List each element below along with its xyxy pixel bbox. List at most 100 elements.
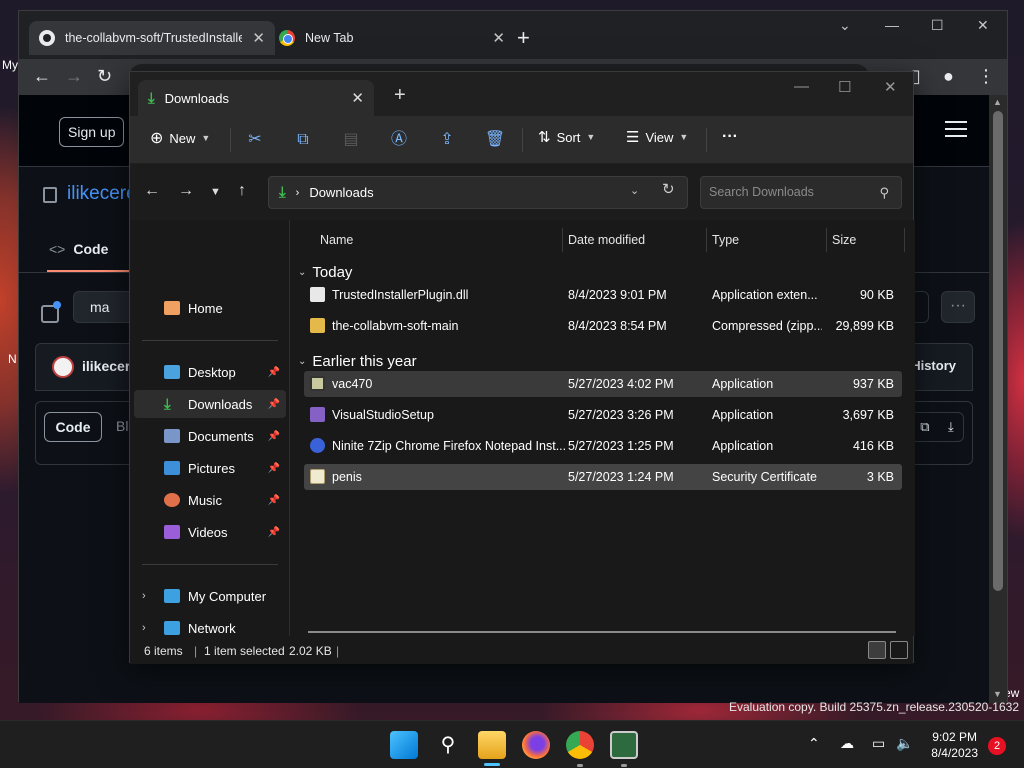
back-button[interactable]: ← (33, 66, 51, 87)
branch-selector[interactable]: ma (73, 291, 135, 323)
cloud-offline-icon[interactable]: ☁ (840, 735, 854, 752)
close-tab-icon[interactable]: ✕ (252, 29, 265, 47)
group-header-today[interactable]: ⌄ Today (298, 264, 352, 281)
start-button[interactable] (390, 731, 418, 759)
column-header-date-modified[interactable]: Date modified (568, 226, 645, 254)
pin-icon: 📌 (267, 430, 280, 442)
sidebar-item-home[interactable]: Home (134, 294, 286, 322)
chevron-right-icon[interactable]: › (142, 590, 146, 602)
history-link[interactable]: History (911, 358, 956, 373)
download-icon[interactable]: ⤓ (948, 419, 954, 435)
scroll-down-icon[interactable]: ▼ (993, 689, 1002, 699)
new-button[interactable]: ⊕ New ▼ (150, 128, 210, 148)
column-divider[interactable] (562, 228, 563, 252)
close-window-button[interactable]: ✕ (977, 17, 989, 34)
maximize-button[interactable]: ☐ (931, 17, 944, 34)
file-type: Application (712, 408, 774, 422)
sign-up-button[interactable]: Sign up (59, 117, 125, 147)
network-icon[interactable]: ▭ (872, 735, 885, 752)
more-options-button[interactable]: ··· (722, 128, 738, 146)
show-hidden-icons-chevron-icon[interactable]: ⌃ (808, 735, 820, 752)
sort-button[interactable]: ⇅ Sort ▼ (538, 128, 595, 146)
file-row[interactable]: Ninite 7Zip Chrome Firefox Notepad Inst.… (304, 433, 902, 459)
paste-icon[interactable]: ▤ (340, 129, 362, 151)
column-header-name[interactable]: Name (320, 226, 353, 254)
code-view-button[interactable]: Code (44, 412, 102, 442)
horizontal-scrollbar[interactable] (308, 631, 896, 633)
more-options-button[interactable]: ··· (941, 291, 975, 323)
tiles-view-button[interactable] (890, 641, 908, 659)
chrome-icon[interactable] (566, 731, 594, 759)
blame-view-button[interactable]: Bl (116, 418, 128, 434)
forward-button[interactable]: → (65, 66, 83, 87)
column-divider[interactable] (826, 228, 827, 252)
new-tab-button[interactable]: + (394, 84, 406, 107)
scrollbar-thumb[interactable] (993, 111, 1003, 591)
refresh-button[interactable]: ↻ (662, 180, 675, 198)
column-header-type[interactable]: Type (712, 226, 739, 254)
volume-icon[interactable]: 🔈 (896, 735, 913, 752)
firefox-icon[interactable] (522, 731, 550, 759)
file-row[interactable]: TrustedInstallerPlugin.dll 8/4/2023 9:01… (304, 282, 902, 308)
forward-button[interactable]: → (178, 182, 194, 200)
view-button[interactable]: ☰ View ▼ (626, 128, 688, 146)
delete-icon[interactable]: 🗑 (484, 129, 506, 151)
copy-icon[interactable]: ⧉ (920, 419, 929, 435)
explorer-tab-downloads[interactable]: ⤓ Downloads ✕ (138, 80, 374, 116)
column-divider[interactable] (706, 228, 707, 252)
sidebar-item-downloads[interactable]: ⤓ Downloads 📌 (134, 390, 286, 418)
minimize-button[interactable]: — (885, 17, 899, 33)
search-input[interactable]: Search Downloads ⚲ (700, 176, 902, 209)
file-row[interactable]: the-collabvm-soft-main 8/4/2023 8:54 PM … (304, 313, 902, 339)
column-divider[interactable] (904, 228, 905, 252)
sidebar-item-desktop[interactable]: Desktop 📌 (134, 358, 286, 386)
hamburger-menu-icon[interactable] (945, 121, 967, 137)
sidebar-item-videos[interactable]: Videos 📌 (134, 518, 286, 546)
file-row[interactable]: penis 5/27/2023 1:24 PM Security Certifi… (304, 464, 902, 490)
sidebar-item-my-computer[interactable]: › My Computer (134, 582, 286, 610)
file-explorer-icon[interactable] (478, 731, 506, 759)
sidebar-item-pictures[interactable]: Pictures 📌 (134, 454, 286, 482)
tab-code-label: Code (73, 241, 109, 257)
profile-icon[interactable]: ● (943, 66, 954, 87)
details-view-button[interactable] (868, 641, 886, 659)
tab-code[interactable]: <> Code (49, 241, 108, 257)
new-tab-button[interactable]: + (517, 25, 530, 51)
maximize-button[interactable]: ☐ (838, 78, 851, 96)
sidebar-item-music[interactable]: Music 📌 (134, 486, 286, 514)
minimize-button[interactable]: — (794, 78, 809, 95)
recent-locations-chevron-icon[interactable]: ▼ (210, 186, 221, 198)
page-scrollbar[interactable]: ▲ ▼ (989, 95, 1007, 703)
column-header-size[interactable]: Size (832, 226, 856, 254)
file-row[interactable]: vac470 5/27/2023 4:02 PM Application 937… (304, 371, 902, 397)
system-clock[interactable]: 9:02 PM 8/4/2023 (931, 729, 978, 761)
browser-tab-newtab[interactable]: New Tab ✕ (269, 21, 515, 55)
repo-name-link[interactable]: ilikecere (67, 183, 137, 205)
back-button[interactable]: ← (144, 182, 160, 200)
share-icon[interactable]: ⇪ (436, 129, 458, 151)
chevron-right-icon[interactable]: › (142, 622, 146, 634)
close-window-button[interactable]: ✕ (884, 78, 897, 96)
notification-badge[interactable]: 2 (988, 737, 1006, 755)
scroll-up-icon[interactable]: ▲ (993, 97, 1002, 107)
group-header-earlier-this-year[interactable]: ⌄ Earlier this year (298, 353, 417, 370)
rename-icon[interactable]: Ⓐ (388, 129, 410, 151)
search-icon[interactable]: ⚲ (434, 731, 462, 759)
cut-icon[interactable]: ✂ (244, 129, 266, 151)
file-row[interactable]: VisualStudioSetup 5/27/2023 3:26 PM Appl… (304, 402, 902, 428)
plus-circle-icon: ⊕ (150, 130, 164, 147)
browser-menu-icon[interactable]: ⋮ (977, 66, 995, 87)
system-tool-icon[interactable] (610, 731, 638, 759)
close-tab-icon[interactable]: ✕ (492, 29, 505, 47)
browser-tab-github[interactable]: the-collabvm-soft/TrustedInstalle ✕ (29, 21, 275, 55)
sidebar-item-documents[interactable]: Documents 📌 (134, 422, 286, 450)
breadcrumb[interactable]: Downloads (309, 185, 373, 200)
address-dropdown-icon[interactable]: ⌄ (630, 184, 639, 197)
avatar[interactable] (52, 356, 74, 378)
copy-icon[interactable]: ⧉ (292, 129, 314, 151)
address-bar[interactable]: ⤓ › Downloads (268, 176, 688, 209)
close-tab-icon[interactable]: ✕ (351, 89, 364, 107)
chevron-down-icon[interactable]: ⌄ (839, 17, 851, 34)
reload-button[interactable]: ↻ (97, 66, 112, 87)
up-button[interactable]: ↑ (238, 182, 246, 200)
